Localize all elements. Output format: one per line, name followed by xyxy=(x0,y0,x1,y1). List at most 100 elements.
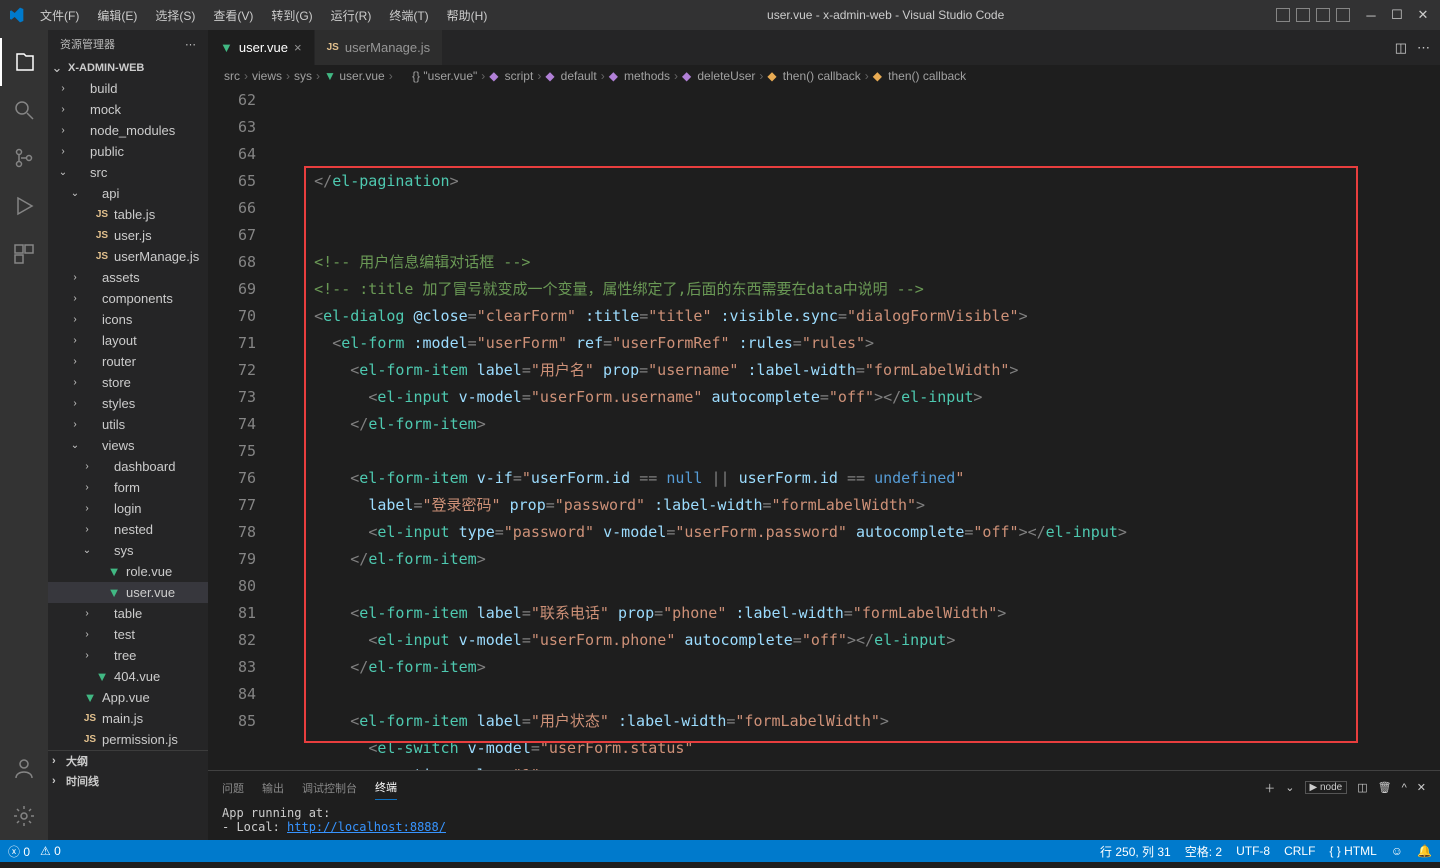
folder-item[interactable]: test xyxy=(48,624,208,645)
folder-item[interactable]: login xyxy=(48,498,208,519)
file-item[interactable]: ▼role.vue xyxy=(48,561,208,582)
folder-item[interactable]: store xyxy=(48,372,208,393)
breadcrumb-item[interactable]: ◆ then() callback xyxy=(873,69,966,83)
folder-item[interactable]: api xyxy=(48,183,208,204)
folder-item[interactable]: styles xyxy=(48,393,208,414)
code-line[interactable]: :active-value="1" xyxy=(278,762,1440,770)
menu-item[interactable]: 转到(G) xyxy=(263,3,320,28)
file-item[interactable]: JSmain.js xyxy=(48,708,208,729)
code-line[interactable] xyxy=(278,573,1440,600)
new-terminal-icon[interactable]: ＋ xyxy=(1264,780,1275,796)
more-icon[interactable]: ⋯ xyxy=(185,38,196,51)
folder-item[interactable]: utils xyxy=(48,414,208,435)
code-line[interactable] xyxy=(278,681,1440,708)
run-debug-icon[interactable] xyxy=(0,182,48,230)
code-line[interactable]: </el-pagination> xyxy=(278,168,1440,195)
menu-item[interactable]: 终端(T) xyxy=(381,3,436,28)
breadcrumb-item[interactable]: ◆ methods xyxy=(609,69,670,83)
code-line[interactable]: <el-form-item label="用户名" prop="username… xyxy=(278,357,1440,384)
customize-layout-icon[interactable] xyxy=(1336,8,1350,22)
panel-tab[interactable]: 问题 xyxy=(222,776,244,800)
folder-item[interactable]: form xyxy=(48,477,208,498)
project-name[interactable]: X-ADMIN-WEB xyxy=(64,60,148,76)
panel-tab[interactable]: 调试控制台 xyxy=(302,776,357,800)
breadcrumb-item[interactable]: ▼ user.vue xyxy=(324,69,385,83)
file-item[interactable]: JSpermission.js xyxy=(48,729,208,750)
indentation[interactable]: 空格: 2 xyxy=(1185,843,1222,860)
more-actions-icon[interactable]: ⋯ xyxy=(1417,40,1430,56)
close-tab-icon[interactable]: × xyxy=(294,40,302,55)
breadcrumb[interactable]: src› views› sys›▼ user.vue› {} "user.vue… xyxy=(208,65,1440,87)
code-line[interactable]: </el-form-item> xyxy=(278,546,1440,573)
maximize-panel-icon[interactable]: ^ xyxy=(1402,782,1407,794)
split-editor-icon[interactable]: ◫ xyxy=(1395,40,1407,56)
extensions-icon[interactable] xyxy=(0,230,48,278)
breadcrumb-item[interactable]: ◆ deleteUser xyxy=(682,69,755,83)
code-line[interactable]: <el-input v-model="userForm.username" au… xyxy=(278,384,1440,411)
folder-item[interactable]: tree xyxy=(48,645,208,666)
warnings-status[interactable]: ⚠ 0 xyxy=(40,844,61,858)
code-line[interactable] xyxy=(278,438,1440,465)
code-line[interactable]: <el-switch v-model="userForm.status" xyxy=(278,735,1440,762)
folder-item[interactable]: views xyxy=(48,435,208,456)
folder-item[interactable]: nested xyxy=(48,519,208,540)
toggle-secondary-sidebar-icon[interactable] xyxy=(1316,8,1330,22)
folder-item[interactable]: sys xyxy=(48,540,208,561)
timeline-section[interactable]: 时间线 xyxy=(48,771,208,791)
breadcrumb-item[interactable]: ◆ script xyxy=(489,69,533,83)
breadcrumb-item[interactable]: ◆ default xyxy=(545,69,596,83)
folder-item[interactable]: layout xyxy=(48,330,208,351)
code-line[interactable]: <el-form-item v-if="userForm.id == null … xyxy=(278,465,1440,492)
file-item[interactable]: JSuserManage.js xyxy=(48,246,208,267)
breadcrumb-item[interactable]: ◆ then() callback xyxy=(767,69,860,83)
errors-status[interactable]: ⓧ 0 xyxy=(8,843,30,860)
breadcrumb-item[interactable]: views xyxy=(252,69,282,83)
kill-terminal-icon[interactable]: 🗑 xyxy=(1378,781,1392,794)
folder-item[interactable]: node_modules xyxy=(48,120,208,141)
feedback-icon[interactable]: ☺ xyxy=(1391,844,1403,858)
breadcrumb-item[interactable]: src xyxy=(224,69,240,83)
menu-item[interactable]: 查看(V) xyxy=(205,3,261,28)
search-icon[interactable] xyxy=(0,86,48,134)
editor-tab[interactable]: ▼user.vue× xyxy=(208,30,315,65)
toggle-primary-sidebar-icon[interactable] xyxy=(1276,8,1290,22)
folder-item[interactable]: mock xyxy=(48,99,208,120)
menu-item[interactable]: 运行(R) xyxy=(323,3,380,28)
menu-item[interactable]: 编辑(E) xyxy=(89,3,145,28)
folder-item[interactable]: icons xyxy=(48,309,208,330)
breadcrumb-item[interactable]: sys xyxy=(294,69,312,83)
minimize-button[interactable]: ─ xyxy=(1362,8,1380,23)
maximize-button[interactable]: ☐ xyxy=(1388,7,1406,23)
folder-item[interactable]: components xyxy=(48,288,208,309)
code-line[interactable]: </el-form-item> xyxy=(278,654,1440,681)
notifications-icon[interactable]: 🔔 xyxy=(1417,844,1432,858)
panel-tab[interactable]: 输出 xyxy=(262,776,284,800)
folder-item[interactable]: public xyxy=(48,141,208,162)
code-line[interactable]: label="登录密码" prop="password" :label-widt… xyxy=(278,492,1440,519)
terminal-dropdown-icon[interactable]: ⌄ xyxy=(1285,781,1294,794)
menu-item[interactable]: 选择(S) xyxy=(147,3,203,28)
file-item[interactable]: ▼App.vue xyxy=(48,687,208,708)
terminal-type-badge[interactable]: ▶ node xyxy=(1305,781,1348,794)
code-line[interactable]: <el-form-item label="用户状态" :label-width=… xyxy=(278,708,1440,735)
code-content[interactable]: </el-pagination> <!-- 用户信息编辑对话框 --> <!--… xyxy=(278,87,1440,770)
folder-item[interactable]: dashboard xyxy=(48,456,208,477)
close-button[interactable]: ✕ xyxy=(1414,7,1432,23)
panel-tab[interactable]: 终端 xyxy=(375,775,397,800)
folder-item[interactable]: build xyxy=(48,78,208,99)
outline-section[interactable]: 大纲 xyxy=(48,751,208,771)
code-line[interactable]: <el-form :model="userForm" ref="userForm… xyxy=(278,330,1440,357)
code-line[interactable]: <el-input type="password" v-model="userF… xyxy=(278,519,1440,546)
source-control-icon[interactable] xyxy=(0,134,48,182)
code-line[interactable]: <!-- :title 加了冒号就变成一个变量，属性绑定了,后面的东西需要在da… xyxy=(278,276,1440,303)
cursor-position[interactable]: 行 250, 列 31 xyxy=(1100,843,1171,860)
file-item[interactable]: JStable.js xyxy=(48,204,208,225)
terminal-link[interactable]: http://localhost:8888/ xyxy=(287,820,446,834)
file-item[interactable]: ▼404.vue xyxy=(48,666,208,687)
menu-item[interactable]: 帮助(H) xyxy=(439,3,496,28)
file-item[interactable]: JSuser.js xyxy=(48,225,208,246)
folder-item[interactable]: src xyxy=(48,162,208,183)
terminal-output[interactable]: App running at: - Local: http://localhos… xyxy=(208,804,1440,836)
accounts-icon[interactable] xyxy=(0,744,48,792)
chevron-down-icon[interactable] xyxy=(50,60,64,76)
